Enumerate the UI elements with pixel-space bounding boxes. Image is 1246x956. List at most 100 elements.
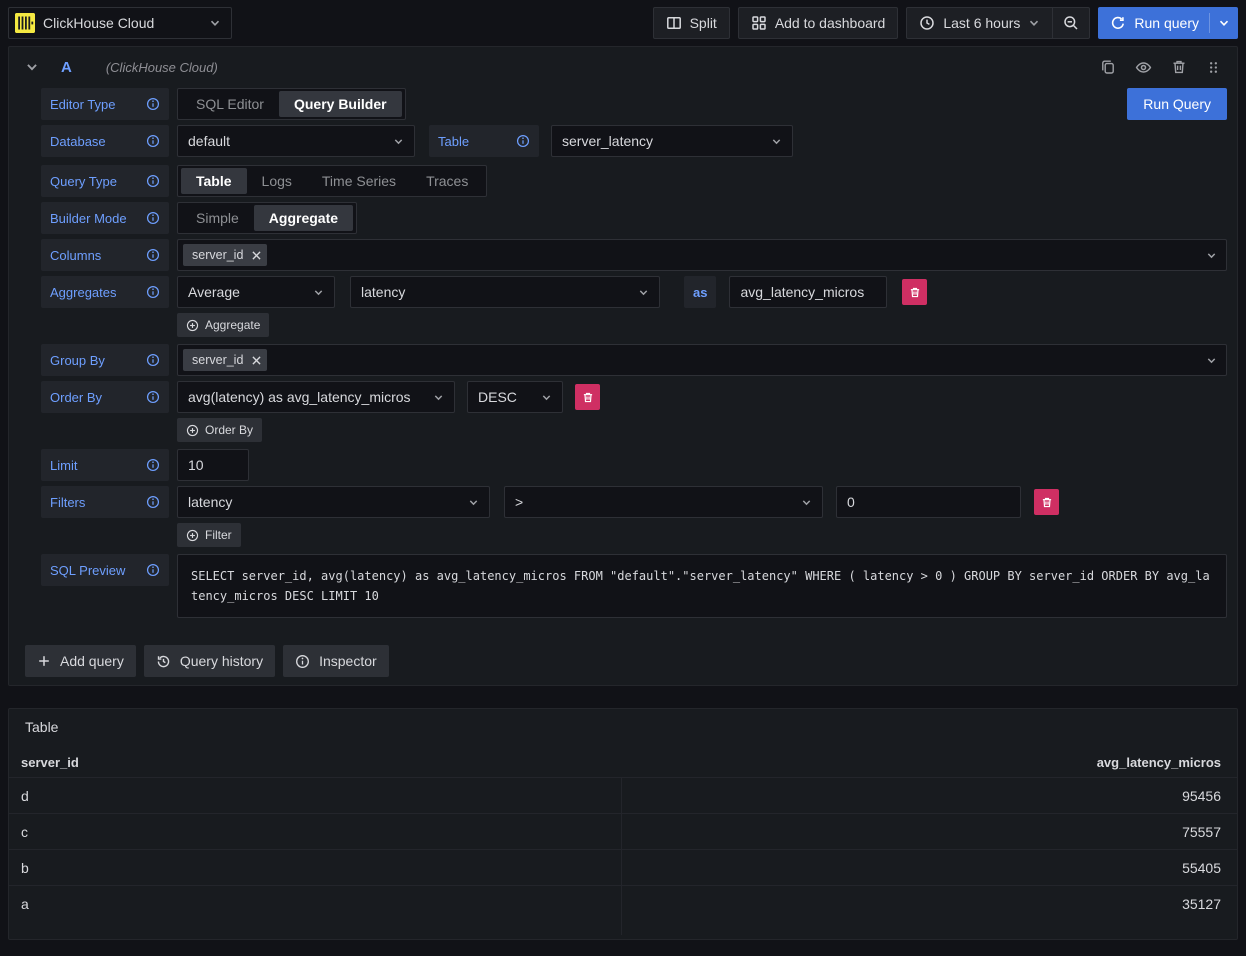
query-type-time-series[interactable]: Time Series — [307, 168, 411, 194]
info-icon[interactable] — [146, 458, 160, 472]
info-icon[interactable] — [146, 97, 160, 111]
zoom-out-time-button[interactable] — [1053, 8, 1089, 38]
column-header-avg-latency-micros[interactable]: avg_latency_micros — [621, 755, 1237, 770]
order-by-direction-select[interactable]: DESC — [467, 381, 563, 413]
table-value: server_latency — [562, 133, 653, 149]
builder-mode-simple[interactable]: Simple — [181, 205, 254, 231]
delete-query-icon[interactable] — [1171, 59, 1187, 75]
filter-operator-select[interactable]: > — [504, 486, 823, 518]
columns-chip-text: server_id — [192, 248, 243, 262]
aggregate-column-value: latency — [361, 284, 405, 300]
add-aggregate-button[interactable]: Aggregate — [177, 313, 269, 337]
collapse-chevron-icon[interactable] — [25, 60, 39, 74]
editor-type-sql-editor[interactable]: SQL Editor — [181, 91, 279, 117]
split-button[interactable]: Split — [653, 7, 730, 39]
columns-multiselect[interactable]: server_id — [177, 239, 1227, 271]
hide-response-eye-icon[interactable] — [1135, 59, 1152, 76]
columns-label: Columns — [41, 239, 169, 271]
query-history-label: Query history — [180, 653, 263, 669]
order-by-label: Order By — [41, 381, 169, 413]
clock-icon — [919, 15, 935, 31]
chevron-down-icon — [801, 497, 812, 508]
chevron-down-icon — [393, 136, 404, 147]
add-query-button[interactable]: Add query — [25, 645, 136, 677]
inspector-button[interactable]: Inspector — [283, 645, 389, 677]
order-by-expression-select[interactable]: avg(latency) as avg_latency_micros — [177, 381, 455, 413]
aggregate-function-select[interactable]: Average — [177, 276, 335, 308]
group-by-label-text: Group By — [50, 353, 105, 368]
sql-preview-label: SQL Preview — [41, 554, 169, 586]
run-query-inline-button[interactable]: Run Query — [1127, 88, 1227, 120]
datasource-picker[interactable]: ClickHouse Cloud — [8, 7, 232, 39]
add-aggregate-label: Aggregate — [205, 318, 260, 332]
info-icon[interactable] — [146, 285, 160, 299]
info-icon[interactable] — [146, 211, 160, 225]
info-icon[interactable] — [146, 390, 160, 404]
table-select[interactable]: server_latency — [551, 125, 793, 157]
table-row: d 95456 — [9, 777, 1237, 813]
toolbar-actions: Split Add to dashboard Last 6 hours Run … — [653, 7, 1238, 39]
add-filter-button[interactable]: Filter — [177, 523, 241, 547]
cell-avg-latency: 35127 — [621, 896, 1237, 912]
time-range-button[interactable]: Last 6 hours — [907, 8, 1052, 38]
chevron-down-icon — [433, 392, 444, 403]
run-query-label: Run query — [1134, 15, 1199, 31]
remove-order-by-button[interactable] — [575, 384, 600, 410]
table-header-row: server_id avg_latency_micros — [9, 747, 1237, 777]
remove-chip-icon[interactable] — [250, 249, 263, 262]
builder-mode-switch: Simple Aggregate — [177, 202, 357, 234]
query-type-traces[interactable]: Traces — [411, 168, 483, 194]
time-range-label: Last 6 hours — [943, 15, 1020, 31]
remove-filter-button[interactable] — [1034, 489, 1059, 515]
info-icon[interactable] — [146, 495, 160, 509]
info-icon[interactable] — [516, 134, 530, 148]
group-by-multiselect[interactable]: server_id — [177, 344, 1227, 376]
editor-type-label: Editor Type — [41, 88, 169, 120]
builder-mode-label: Builder Mode — [41, 202, 169, 234]
plus-circle-icon — [186, 529, 199, 542]
aggregate-function-value: Average — [188, 284, 240, 300]
dashboard-grid-icon — [751, 15, 767, 31]
aggregate-alias-input[interactable] — [729, 276, 887, 308]
database-label: Database — [41, 125, 169, 157]
editor-type-query-builder[interactable]: Query Builder — [279, 91, 402, 117]
query-type-table[interactable]: Table — [181, 168, 247, 194]
remove-chip-icon[interactable] — [250, 354, 263, 367]
limit-label-text: Limit — [50, 458, 77, 473]
info-icon[interactable] — [146, 174, 160, 188]
builder-mode-aggregate[interactable]: Aggregate — [254, 205, 353, 231]
query-ref-id[interactable]: A — [61, 59, 72, 76]
chevron-down-icon — [771, 136, 782, 147]
info-icon[interactable] — [146, 563, 160, 577]
add-to-dashboard-button[interactable]: Add to dashboard — [738, 7, 899, 39]
filters-label: Filters — [41, 486, 169, 518]
group-by-chip: server_id — [183, 349, 267, 371]
limit-label: Limit — [41, 449, 169, 481]
info-icon[interactable] — [146, 248, 160, 262]
run-query-button[interactable]: Run query — [1098, 7, 1238, 39]
duplicate-query-icon[interactable] — [1100, 59, 1116, 75]
table-label-text: Table — [438, 134, 469, 149]
filter-value-input[interactable] — [836, 486, 1021, 518]
run-query-dropdown[interactable] — [1209, 13, 1238, 33]
column-header-server-id[interactable]: server_id — [9, 755, 621, 770]
info-icon[interactable] — [146, 353, 160, 367]
filter-column-select[interactable]: latency — [177, 486, 490, 518]
info-icon[interactable] — [146, 134, 160, 148]
aggregate-column-select[interactable]: latency — [350, 276, 660, 308]
cell-avg-latency: 75557 — [621, 824, 1237, 840]
column-divider — [621, 777, 622, 935]
query-history-button[interactable]: Query history — [144, 645, 275, 677]
builder-mode-label-text: Builder Mode — [50, 211, 127, 226]
chevron-down-icon — [209, 17, 221, 29]
cell-server-id: a — [9, 896, 621, 912]
add-order-by-button[interactable]: Order By — [177, 418, 262, 442]
query-type-switch: Table Logs Time Series Traces — [177, 165, 487, 197]
limit-input[interactable] — [177, 449, 249, 481]
query-type-logs[interactable]: Logs — [247, 168, 307, 194]
remove-aggregate-button[interactable] — [902, 279, 927, 305]
table-row: b 55405 — [9, 849, 1237, 885]
database-select[interactable]: default — [177, 125, 415, 157]
clickhouse-logo-icon — [15, 13, 35, 33]
drag-handle-icon[interactable] — [1206, 60, 1221, 75]
